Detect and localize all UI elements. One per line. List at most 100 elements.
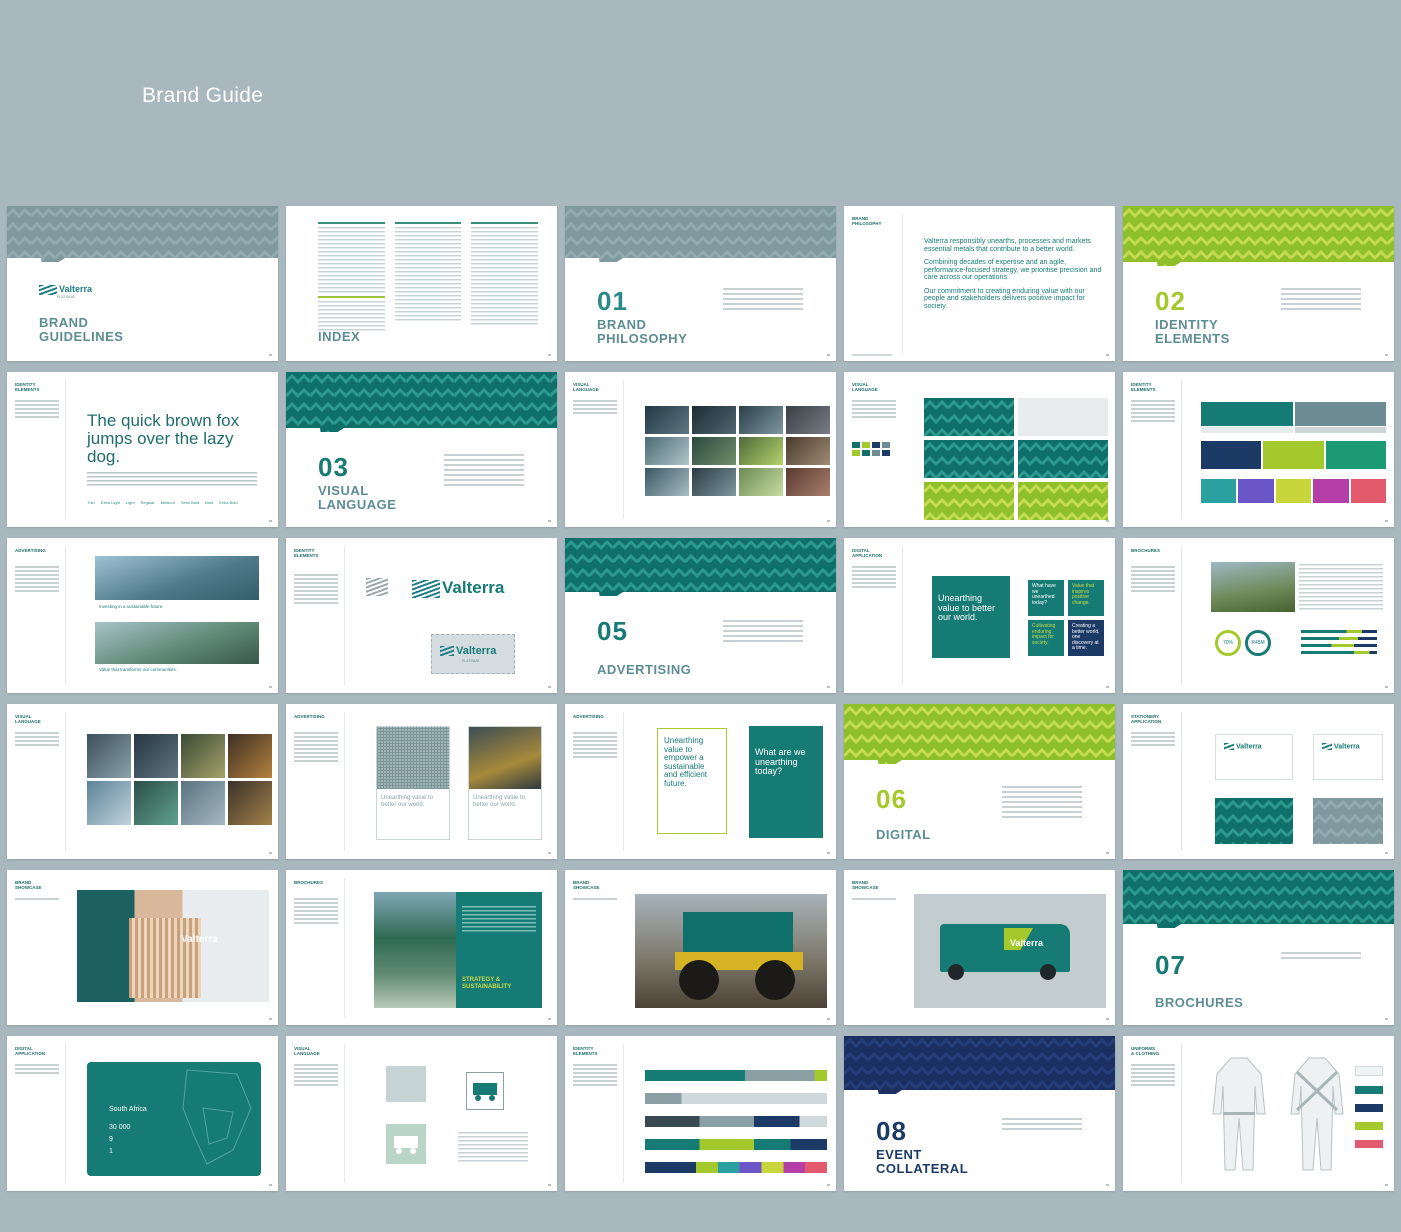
image-grid [645,406,830,496]
coverall-front [1212,1057,1266,1171]
page-section-05[interactable]: 05 ADVERTISING [565,538,836,693]
page-philosophy[interactable]: BRAND PHILOSOPHY Valterra responsibly un… [844,206,1115,361]
section-number: 07 [1155,950,1186,980]
truck-icon [386,1124,426,1164]
ad-mockup: Unearthing value to better our world. [376,726,450,840]
page-section-02[interactable]: 02 IDENTITY ELEMENTS [1123,206,1394,361]
side-heading: IDENTITY ELEMENTS [1131,382,1156,392]
page-photography[interactable]: VISUAL LANGUAGE [7,704,278,859]
page-icons[interactable]: VISUAL LANGUAGE [286,1036,557,1191]
logo-sub: PLATINUM [57,295,75,299]
image-grid [87,734,272,825]
page-patterns[interactable]: VISUAL LANGUAGE [844,372,1115,527]
side-heading: STATIONERY APPLICATION [1131,714,1162,724]
section-name: VISUAL LANGUAGE [318,483,397,512]
side-heading: BRAND SHOWCASE [15,880,42,890]
side-heading: BRAND SHOWCASE [852,880,879,890]
side-heading: VISUAL LANGUAGE [294,1046,320,1056]
logo-mark-icon [1322,743,1332,750]
side-heading: DIGITAL APPLICATION [15,1046,46,1056]
page-ad-layout[interactable]: ADVERTISING Unearthing value to better o… [286,704,557,859]
brochure-image [374,892,456,1008]
section-number: 05 [597,616,628,646]
section-name: DIGITAL [876,827,931,842]
logo-mark-icon [39,284,57,295]
ad-mockup: Unearthing value to empower a sustainabl… [657,728,727,834]
cover-title: BRAND GUIDELINES [39,315,124,344]
page-ad-print[interactable]: ADVERTISING Unearthing value to empower … [565,704,836,859]
section-number: 02 [1155,286,1186,316]
map-screen: South Africa 30 000 9 1 [87,1062,261,1176]
pattern-grid [924,398,1108,520]
chevron-banner [7,206,278,262]
page-brochure-cover[interactable]: BROCHURES STRATEGY & SUSTAINABILITY [286,870,557,1025]
section-name: BRAND PHILOSOPHY [597,317,688,346]
showcase-image: Valterra [914,894,1106,1008]
side-heading: IDENTITY ELEMENTS [294,548,319,558]
side-heading: DIGITAL APPLICATION [852,548,883,558]
page-imagery[interactable]: VISUAL LANGUAGE [565,372,836,527]
showcase-image [635,894,827,1008]
page-stationery[interactable]: STATIONERY APPLICATION Valterra Valterra [1123,704,1394,859]
social-tile: Unearthing value to better our world. [932,576,1010,658]
truck-icon [466,1072,504,1110]
section-number: 06 [876,784,907,814]
showcase-image: Valterra [77,890,269,1002]
section-number: 08 [876,1116,907,1146]
page-colour-ratio[interactable]: IDENTITY ELEMENTS [565,1036,836,1191]
page-section-01[interactable]: 01 BRAND PHILOSOPHY [565,206,836,361]
section-number: 01 [597,286,628,316]
page-logo[interactable]: IDENTITY ELEMENTS Valterra Valterra PLAT… [286,538,557,693]
side-heading: BROCHURES [1131,548,1161,553]
logo: Valterra [39,284,92,295]
ad-image: Investing in a sustainable future. [95,556,259,614]
logo-clearspace: Valterra PLATINUM [431,634,515,674]
logo-mark-icon [366,578,388,596]
page-title: Brand Guide [142,84,264,107]
side-heading: IDENTITY ELEMENTS [573,1046,598,1056]
page-section-08[interactable]: 08 EVENT COLLATERAL [844,1036,1115,1191]
page-digital-social[interactable]: DIGITAL APPLICATION Unearthing value to … [844,538,1115,693]
page-section-06[interactable]: 06 DIGITAL [844,704,1115,859]
brochure-panel: STRATEGY & SUSTAINABILITY [456,892,542,1008]
ad-image: Value that transforms our communities. [95,622,259,676]
page-digital-map[interactable]: DIGITAL APPLICATION South Africa 30 000 … [7,1036,278,1191]
page-showcase-reception[interactable]: BRAND SHOWCASE Valterra [7,870,278,1025]
page-cover[interactable]: Valterra PLATINUM BRAND GUIDELINES [7,206,278,361]
social-tile: Creating a better world, one discovery a… [1068,620,1104,656]
page-brochures[interactable]: BROCHURES 70% R45M [1123,538,1394,693]
section-name: BROCHURES [1155,995,1244,1010]
page-showcase-van[interactable]: BRAND SHOWCASE Valterra [844,870,1115,1025]
spread-grid: Valterra PLATINUM BRAND GUIDELINES INDEX… [7,206,1394,1191]
index-title: INDEX [318,329,361,344]
side-heading: VISUAL LANGUAGE [15,714,41,724]
page-colours[interactable]: IDENTITY ELEMENTS [1123,372,1394,527]
colour-swatches [1201,402,1387,503]
side-heading: ADVERTISING [15,548,46,553]
page-index[interactable]: INDEX [286,206,557,361]
page-advertising[interactable]: ADVERTISING Investing in a sustainable f… [7,538,278,693]
logo-mark-icon [1224,743,1234,750]
ad-mockup: Unearthing value to better our world. [468,726,542,840]
philosophy-text: Valterra responsibly unearths, processes… [924,238,1102,310]
side-heading: VISUAL LANGUAGE [852,382,878,392]
social-tile: Cultivating enduring impact for society. [1028,620,1064,656]
side-heading: VISUAL LANGUAGE [573,382,599,392]
side-heading: UNIFORMS & CLOTHING [1131,1046,1159,1056]
weights-list: Thin Extra Light Light Regular Medium Semi Bo… [87,500,238,505]
stat-ring: 70% [1215,630,1241,656]
page-section-07[interactable]: 07 BROCHURES [1123,870,1394,1025]
page-section-03[interactable]: 03 VISUAL LANGUAGE [286,372,557,527]
page-uniforms[interactable]: UNIFORMS & CLOTHING [1123,1036,1394,1191]
section-name: IDENTITY ELEMENTS [1155,317,1230,346]
section-name: EVENT COLLATERAL [876,1147,969,1176]
logo-mark-icon [412,579,440,598]
side-heading: BRAND PHILOSOPHY [852,216,882,226]
social-tile: Value that inspires positive change. [1068,580,1104,616]
business-card: Valterra [1215,734,1293,780]
side-heading: BRAND SHOWCASE [573,880,600,890]
logo: Valterra [412,578,504,598]
ad-mockup: What are we unearthing today? [749,726,823,838]
page-showcase-truck[interactable]: BRAND SHOWCASE [565,870,836,1025]
page-typography[interactable]: IDENTITY ELEMENTS The quick brown fox ju… [7,372,278,527]
